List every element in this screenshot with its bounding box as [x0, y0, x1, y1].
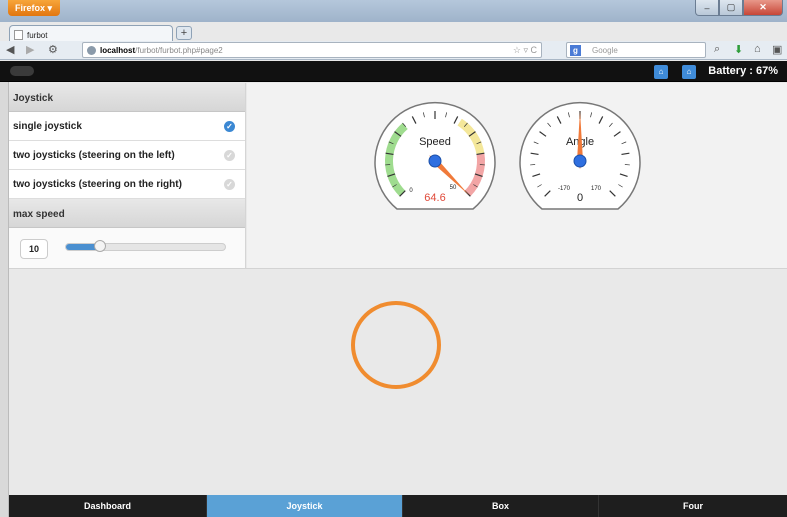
check-icon: ✓ — [224, 121, 235, 132]
nav-dashboard[interactable]: Dashboard — [9, 495, 207, 517]
tab-title: furbot — [27, 30, 48, 40]
option-label: single joystick — [13, 121, 82, 132]
option-label: two joysticks (steering on the left) — [13, 150, 175, 161]
close-window-button[interactable]: ✕ — [743, 0, 783, 16]
battery-status: Battery : 67% — [708, 65, 778, 77]
maximize-button[interactable]: ▢ — [719, 0, 743, 16]
browser-titlebar: Firefox ▾ – ▢ ✕ — [0, 0, 787, 22]
url-path: /furbot/furbot.php#page2 — [135, 46, 223, 55]
download-icon[interactable]: ⬇ — [734, 43, 743, 56]
speed-hub — [428, 154, 442, 168]
page-edge — [0, 82, 9, 517]
angle-max-label: 170 — [591, 186, 602, 192]
check-icon: ✓ — [224, 179, 235, 190]
joystick-area[interactable] — [9, 268, 787, 495]
gauges-svg: Speed 0 50 64.6 Angle -170 170 0 — [374, 101, 641, 210]
google-search-icon: g — [570, 45, 581, 56]
back-icon[interactable]: ◀ — [6, 43, 14, 56]
bottom-navbar: Dashboard Joystick Box Four — [9, 495, 787, 517]
nav-joystick[interactable]: Joystick — [207, 495, 403, 517]
new-tab-button[interactable]: + — [176, 26, 192, 40]
forward-icon[interactable]: ▶ — [26, 43, 34, 56]
search-placeholder: Google — [592, 46, 618, 55]
header-action-icon-1[interactable]: ⌂ — [654, 65, 668, 79]
nav-box[interactable]: Box — [403, 495, 599, 517]
search-icon[interactable]: ⌕ — [714, 43, 720, 56]
option-two-joysticks-left[interactable]: two joysticks (steering on the left) ✓ — [9, 141, 245, 170]
max-speed-section-header: max speed — [9, 199, 245, 228]
max-speed-input[interactable]: 10 — [20, 239, 48, 259]
speed-gauge-title: Speed — [419, 136, 451, 148]
browser-navbar: ◀ ▶ ⚙ localhost/furbot/furbot.php#page2 … — [0, 41, 787, 60]
identity-icon[interactable]: ⚙ — [48, 43, 58, 56]
angle-hub — [573, 154, 587, 168]
joystick-settings-panel: Joystick single joystick ✓ two joysticks… — [9, 83, 246, 268]
firefox-menu-button[interactable]: Firefox ▾ — [8, 0, 60, 16]
max-speed-slider[interactable] — [65, 243, 226, 251]
search-bar[interactable]: g Google — [566, 42, 706, 58]
browser-tab[interactable]: furbot — [9, 25, 173, 41]
joystick-section-header: Joystick — [9, 83, 245, 112]
gauges-panel: Speed 0 50 64.6 Angle -170 170 0 — [247, 83, 787, 268]
site-globe-icon — [87, 46, 96, 55]
url-host: localhost — [100, 46, 136, 55]
window-controls: – ▢ ✕ — [695, 0, 783, 16]
max-speed-row: 10 — [9, 228, 245, 268]
option-two-joysticks-right[interactable]: two joysticks (steering on the right) ✓ — [9, 170, 245, 199]
app-window: Firefox ▾ – ▢ ✕ furbot + ◀ ▶ ⚙ localhost… — [0, 0, 787, 517]
menu-toggle-button[interactable] — [10, 66, 34, 76]
check-icon: ✓ — [224, 150, 235, 161]
speed-value: 64.6 — [424, 192, 445, 204]
joystick-ring[interactable] — [351, 301, 441, 389]
page-icon — [14, 30, 23, 40]
option-single-joystick[interactable]: single joystick ✓ — [9, 112, 245, 141]
app-header: ⌂ ⌂ Battery : 67% — [0, 61, 787, 82]
angle-value: 0 — [577, 192, 583, 204]
speed-gauge: Speed 0 50 64.6 — [374, 101, 496, 210]
angle-gauge: Angle -170 170 0 — [519, 101, 641, 210]
home-icon[interactable]: ⌂ — [754, 43, 761, 55]
header-action-icon-2[interactable]: ⌂ — [682, 65, 696, 79]
firefox-menu-label: Firefox — [15, 3, 46, 13]
speed-max-label: 50 — [450, 185, 457, 191]
angle-min-label: -170 — [558, 186, 571, 192]
minimize-button[interactable]: – — [695, 0, 719, 16]
nav-four[interactable]: Four — [599, 495, 787, 517]
bookmarks-menu-icon[interactable]: ▣ — [772, 43, 782, 56]
option-label: two joysticks (steering on the right) — [13, 179, 182, 190]
bookmark-star-icon[interactable]: ☆ ▿ C — [513, 45, 537, 56]
url-bar[interactable]: localhost/furbot/furbot.php#page2 ☆ ▿ C — [82, 42, 542, 58]
